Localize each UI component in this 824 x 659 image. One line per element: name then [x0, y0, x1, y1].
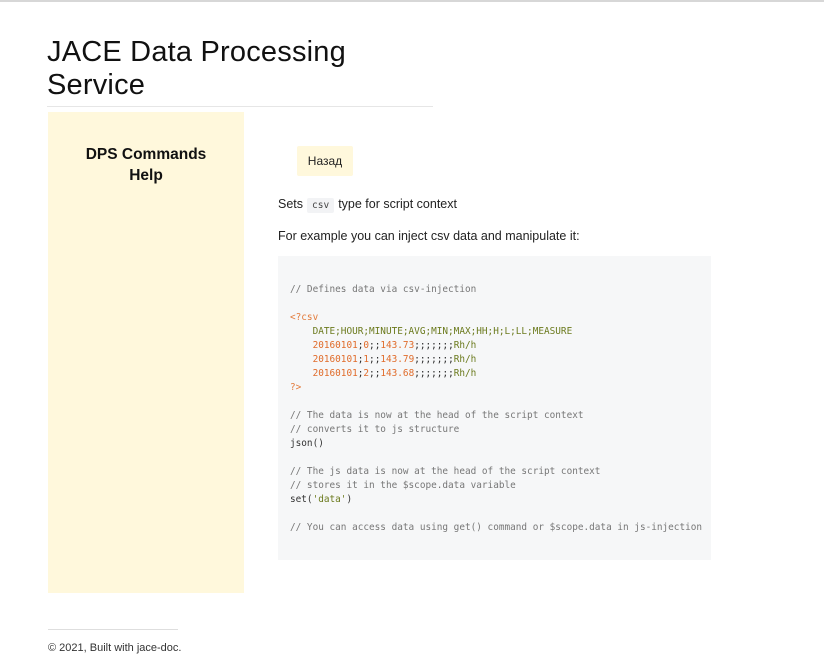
code-csv-header: DATE;HOUR;MINUTE;AVG;MIN;MAX;HH;H;L;LL;M…	[312, 326, 573, 337]
code-set-close: )	[346, 494, 353, 505]
csv-unit: Rh/h	[453, 368, 477, 379]
top-border	[0, 0, 824, 2]
code-comment: // converts it to js structure	[290, 424, 460, 435]
code-comment: // The data is now at the head of the sc…	[290, 410, 584, 421]
code-comment: // The js data is now at the head of the…	[290, 466, 601, 477]
code-open-tag: <?csv	[290, 312, 319, 323]
back-button[interactable]: Назад	[297, 146, 353, 176]
csv-hour: 2	[363, 368, 370, 379]
code-close-tag: ?>	[290, 382, 302, 393]
code-comment: // Defines data via csv-injection	[290, 284, 477, 295]
code-blank	[290, 451, 711, 465]
code-blank	[290, 507, 711, 521]
csv-unit: Rh/h	[453, 340, 477, 351]
code-example: // Defines data via csv-injection <?csv …	[278, 256, 711, 560]
csv-unit: Rh/h	[453, 354, 477, 365]
site-title: JACE Data Processing Service	[47, 36, 433, 107]
csv-date: 20160101	[312, 368, 358, 379]
code-csv-row: 20160101;1;;143.79;;;;;;;Rh/h	[312, 354, 477, 365]
csv-hour: 1	[363, 354, 370, 365]
code-csv-row: 20160101;2;;143.68;;;;;;;Rh/h	[312, 368, 477, 379]
command-description: Sets csv type for script context	[278, 197, 457, 213]
sidebar: DPS Commands Help	[48, 112, 244, 593]
example-intro: For example you can inject csv data and …	[278, 229, 580, 243]
code-csv-row: 20160101;0;;143.73;;;;;;;Rh/h	[312, 340, 477, 351]
csv-date: 20160101	[312, 340, 358, 351]
code-set-fn: set(	[290, 494, 313, 505]
code-set-call: set('data')	[290, 493, 711, 507]
csv-avg: 143.73	[380, 340, 415, 351]
code-blank	[290, 395, 711, 409]
csv-hour: 0	[363, 340, 370, 351]
code-set-arg: 'data'	[312, 494, 347, 505]
csv-avg: 143.79	[380, 354, 415, 365]
description-prefix: Sets	[278, 197, 304, 211]
csv-date: 20160101	[312, 354, 358, 365]
inline-code-csv: csv	[307, 198, 335, 213]
code-csv-header-line: DATE;HOUR;MINUTE;AVG;MIN;MAX;HH;H;L;LL;M…	[290, 325, 711, 339]
code-json-call: json()	[290, 438, 324, 449]
description-suffix: type for script context	[338, 197, 457, 211]
csv-avg: 143.68	[380, 368, 415, 379]
sidebar-title: DPS Commands Help	[85, 146, 207, 184]
code-blank	[290, 297, 711, 311]
code-comment: // stores it in the $scope.data variable	[290, 480, 516, 491]
footer-text: © 2021, Built with jace-doc.	[48, 642, 182, 654]
code-comment: // You can access data using get() comma…	[290, 522, 703, 533]
footer-divider	[48, 629, 178, 630]
